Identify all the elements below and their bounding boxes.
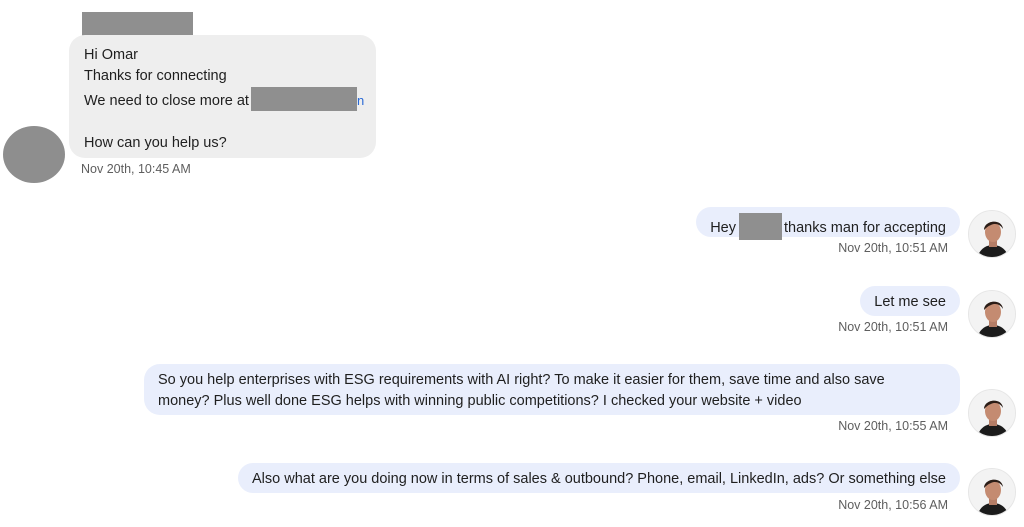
outgoing-message-bubble: Also what are you doing now in terms of … xyxy=(238,463,960,493)
message-text: We need to close more at xyxy=(84,93,249,109)
message-line: Thanks for connecting xyxy=(84,68,227,84)
message-line: How can you help us? xyxy=(84,135,227,151)
message-line: So you help enterprises with ESG require… xyxy=(158,372,885,388)
user-avatar[interactable] xyxy=(968,389,1016,437)
user-photo-avatar-icon xyxy=(969,291,1015,337)
contact-avatar[interactable] xyxy=(3,126,65,183)
user-avatar[interactable] xyxy=(968,468,1016,516)
message-timestamp: Nov 20th, 10:45 AM xyxy=(81,162,191,176)
user-photo-avatar-icon xyxy=(969,390,1015,436)
message-text: Hey xyxy=(710,220,736,236)
user-photo-avatar-icon xyxy=(969,469,1015,515)
message-line: We need to close more at n xyxy=(84,87,364,112)
message-timestamp: Nov 20th, 10:51 AM xyxy=(838,320,948,334)
redacted-name xyxy=(738,213,782,240)
message-timestamp: Nov 20th, 10:51 AM xyxy=(838,241,948,255)
redacted-link[interactable] xyxy=(250,87,357,111)
user-avatar[interactable] xyxy=(968,290,1016,338)
link-tail[interactable]: n xyxy=(357,93,364,108)
redacted-sender-name xyxy=(82,12,193,36)
message-text: thanks man for accepting xyxy=(783,220,946,236)
message-timestamp: Nov 20th, 10:55 AM xyxy=(838,419,948,433)
user-photo-avatar-icon xyxy=(969,211,1015,257)
message-thread: Hi Omar Thanks for connecting We need to… xyxy=(0,0,1024,527)
outgoing-message-bubble: So you help enterprises with ESG require… xyxy=(144,364,960,415)
message-line: money? Plus well done ESG helps with win… xyxy=(158,393,802,409)
outgoing-message-bubble: Hey thanks man for accepting xyxy=(696,207,960,240)
outgoing-message-bubble: Let me see xyxy=(860,286,960,316)
user-avatar[interactable] xyxy=(968,210,1016,258)
message-timestamp: Nov 20th, 10:56 AM xyxy=(838,498,948,512)
message-line: Hi Omar xyxy=(84,47,138,63)
incoming-message-bubble: Hi Omar Thanks for connecting We need to… xyxy=(69,35,376,158)
